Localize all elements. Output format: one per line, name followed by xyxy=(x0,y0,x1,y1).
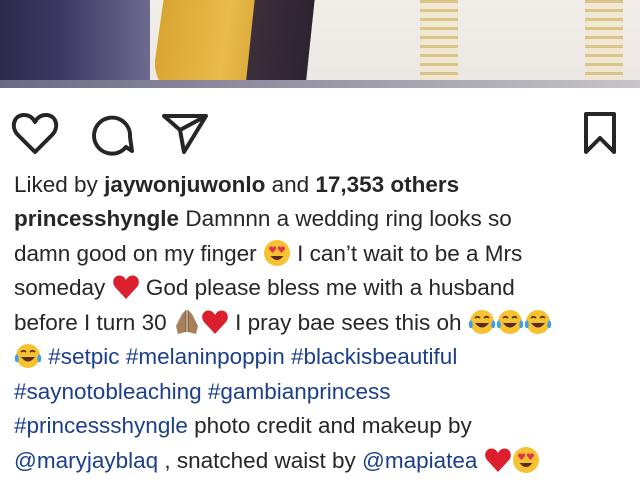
post-action-bar xyxy=(0,100,640,164)
hashtag-link[interactable]: #gambianprincess xyxy=(208,379,391,404)
hashtag-link[interactable]: #melaninpoppin xyxy=(126,344,285,369)
hashtag-link[interactable]: #blackisbeautiful xyxy=(291,344,457,369)
liked-prefix: Liked by xyxy=(14,172,105,197)
hashtag-link[interactable]: #setpic xyxy=(48,344,119,369)
post-photo[interactable] xyxy=(0,0,640,88)
liked-user-link[interactable]: jaywonjuwonlo xyxy=(104,172,265,197)
tears-of-joy-emoji xyxy=(14,342,42,370)
caption-text: damn good on my finger xyxy=(14,240,263,266)
tears-of-joy-emoji xyxy=(468,308,496,336)
caption-text: God please bless me with a husband xyxy=(139,275,515,300)
heart-eyes-emoji xyxy=(263,239,291,267)
photo-wall-ornament xyxy=(585,0,623,88)
hashtag-link[interactable]: #princessshyngle xyxy=(14,413,188,438)
post-text: Liked by jaywonjuwonlo and 17,353 others… xyxy=(14,168,634,478)
likes-line: Liked by jaywonjuwonlo and 17,353 others xyxy=(14,168,634,202)
photo-figure xyxy=(245,0,315,88)
caption-author-link[interactable]: princesshyngle xyxy=(14,206,179,231)
tears-of-joy-emoji xyxy=(496,308,524,336)
photo-floor xyxy=(0,80,640,88)
caption-text: before I turn 30 xyxy=(14,309,173,335)
post-caption: princesshyngle Damnnn a wedding ring loo… xyxy=(14,202,634,478)
caption-text: photo credit and makeup by xyxy=(187,413,472,438)
bookmark-icon[interactable] xyxy=(578,110,622,156)
hashtag-link[interactable]: #saynotobleaching xyxy=(14,379,202,404)
caption-text: I can’t wait to be a Mrs xyxy=(290,240,523,266)
caption-text: Damnnn a wedding ring looks so xyxy=(179,206,512,231)
caption-text: I pray bae sees this oh xyxy=(228,309,468,335)
comment-icon[interactable] xyxy=(86,110,136,156)
liked-and: and xyxy=(265,172,316,197)
heart-eyes-emoji xyxy=(512,446,540,474)
tears-of-joy-emoji xyxy=(524,308,552,336)
caption-text: someday xyxy=(14,275,112,300)
mention-link[interactable]: @maryjayblaq xyxy=(14,448,158,473)
photo-wall-ornament xyxy=(420,0,458,88)
photo-background-left xyxy=(0,0,150,88)
caption-text: , snatched waist by xyxy=(158,447,362,473)
mention-link[interactable]: @mapiatea xyxy=(362,448,477,473)
folded-hands-emoji xyxy=(173,308,201,336)
share-icon[interactable] xyxy=(160,110,210,156)
red-heart-emoji xyxy=(201,308,229,336)
liked-others-link[interactable]: 17,353 others xyxy=(315,172,459,197)
heart-icon[interactable] xyxy=(10,110,60,156)
red-heart-emoji xyxy=(484,446,512,474)
red-heart-emoji xyxy=(112,273,140,301)
